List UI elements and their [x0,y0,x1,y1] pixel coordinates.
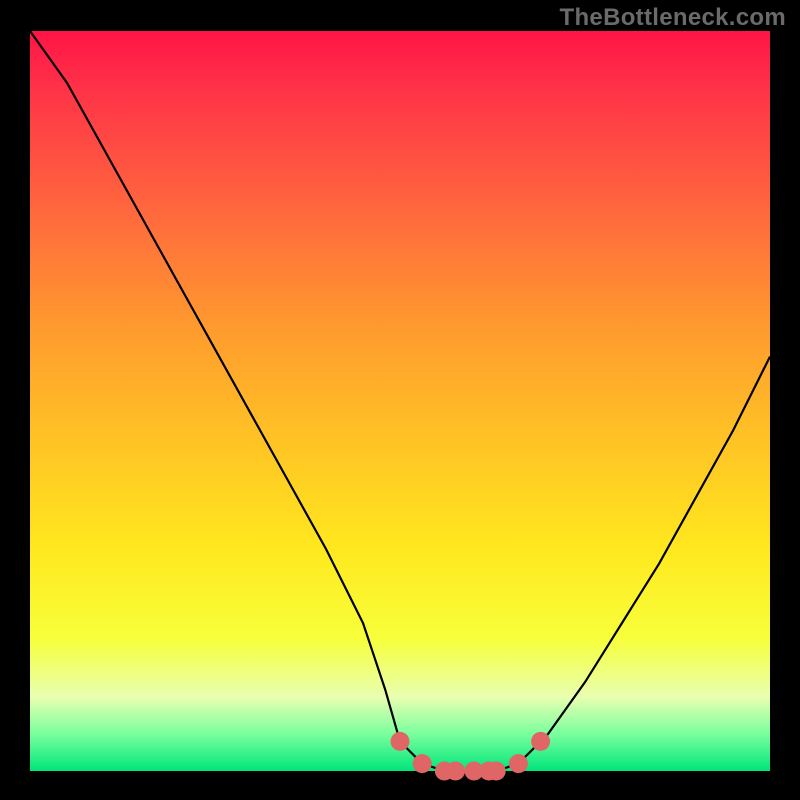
bottleneck-curve [30,31,770,771]
plot-area [30,31,770,771]
watermark-text: TheBottleneck.com [560,4,786,32]
chart-frame: TheBottleneck.com [0,0,800,800]
marker-dot [487,762,506,781]
marker-dot [413,754,432,773]
marker-dot [509,754,528,773]
marker-dot [531,732,550,751]
marker-dot [391,732,410,751]
curve-svg [30,31,770,771]
marker-dot [446,762,465,781]
